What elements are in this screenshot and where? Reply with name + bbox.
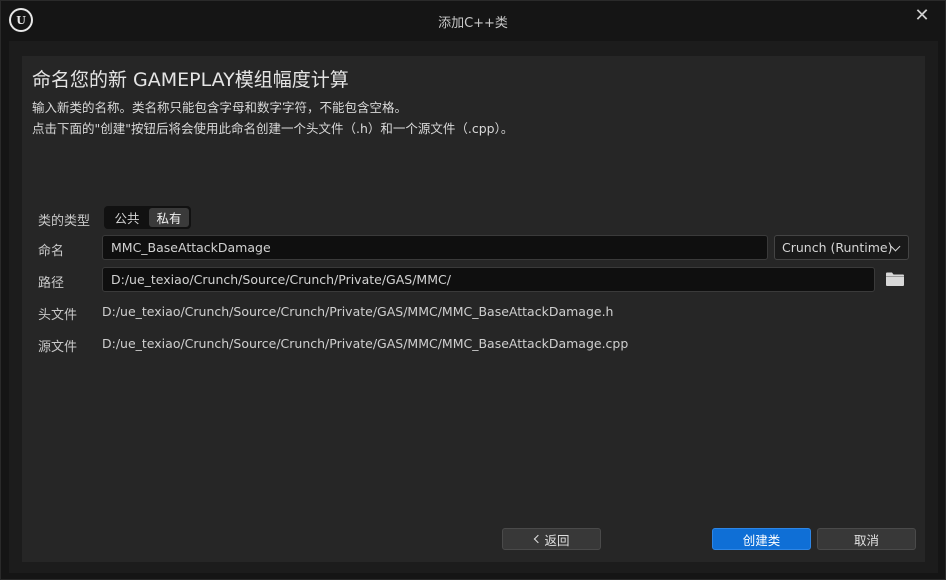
path-label: 路径 xyxy=(38,276,65,291)
title-bar: U 添加C++类 ✕ xyxy=(1,1,945,39)
class-name-input[interactable]: MMC_BaseAttackDamage xyxy=(102,235,768,260)
chevron-left-icon xyxy=(534,534,543,544)
window-title: 添加C++类 xyxy=(438,16,508,31)
add-cpp-class-dialog: U 添加C++类 ✕ 命名您的新 GAMEPLAY模组幅度计算 输入新类的名称。… xyxy=(0,0,946,580)
folder-icon[interactable] xyxy=(886,272,904,286)
module-select-value: Crunch (Runtime) xyxy=(782,240,893,255)
description-line-2: 点击下面的"创建"按钮后将会使用此命名创建一个头文件（.h）和一个源文件（.cp… xyxy=(32,121,514,136)
class-type-label: 类的类型 xyxy=(38,214,91,229)
cancel-button[interactable]: 取消 xyxy=(817,528,916,550)
page-title: 命名您的新 GAMEPLAY模组幅度计算 xyxy=(32,69,349,91)
source-file-path: D:/ue_texiao/Crunch/Source/Crunch/Privat… xyxy=(102,336,629,351)
header-file-label: 头文件 xyxy=(38,308,78,323)
class-type-private-option[interactable]: 私有 xyxy=(149,208,189,227)
source-file-label: 源文件 xyxy=(38,340,78,355)
name-label: 命名 xyxy=(38,244,65,259)
description-line-1: 输入新类的名称。类名称只能包含字母和数字字符，不能包含空格。 xyxy=(32,100,408,115)
close-icon[interactable]: ✕ xyxy=(913,7,931,25)
create-class-button[interactable]: 创建类 xyxy=(712,528,811,550)
class-type-public-option[interactable]: 公共 xyxy=(107,208,147,227)
class-type-toggle: 公共 私有 xyxy=(104,206,191,229)
header-file-path: D:/ue_texiao/Crunch/Source/Crunch/Privat… xyxy=(102,304,614,319)
back-button-label: 返回 xyxy=(544,532,570,548)
path-input[interactable]: D:/ue_texiao/Crunch/Source/Crunch/Privat… xyxy=(102,267,875,292)
module-select[interactable]: Crunch (Runtime) xyxy=(774,235,909,260)
back-button[interactable]: 返回 xyxy=(502,528,601,550)
